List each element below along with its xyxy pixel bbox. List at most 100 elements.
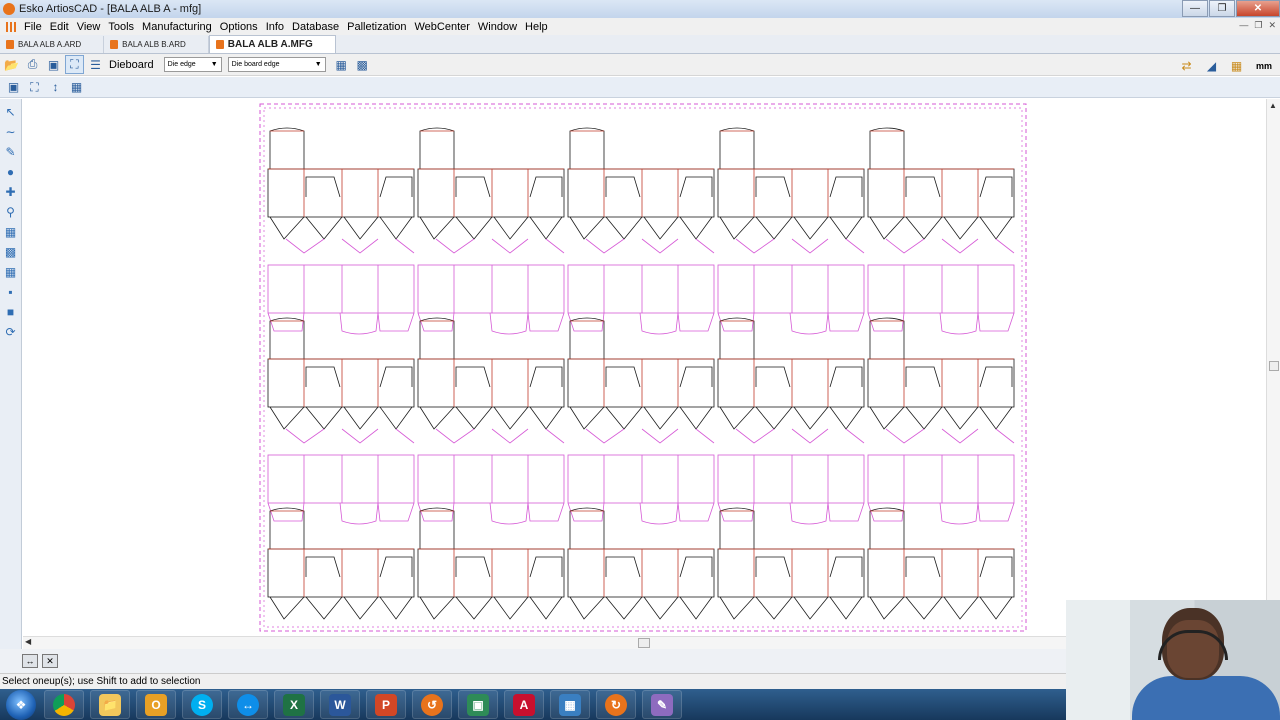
vertical-scrollbar[interactable]: ▲ [1266, 99, 1280, 635]
magenta-body-panel [867, 454, 1015, 504]
glue-flap [269, 317, 305, 359]
layer-settings-icon[interactable]: ▦ [332, 55, 351, 74]
measure-icon[interactable]: ↔ [22, 654, 38, 668]
menu-webcenter[interactable]: WebCenter [410, 21, 473, 33]
layout-tool-icon[interactable]: ▦ [2, 223, 20, 240]
menu-window[interactable]: Window [474, 21, 521, 33]
rotate-tool-icon[interactable]: ⟳ [2, 323, 20, 340]
skype-icon[interactable]: S [182, 690, 222, 719]
layout-icon[interactable]: ⛶ [25, 78, 44, 97]
artioscad-icon[interactable]: ↺ [412, 690, 452, 719]
menu-palletization[interactable]: Palletization [343, 21, 410, 33]
lock-flap [419, 596, 563, 620]
tab-bala-alb-b-ard[interactable]: BALA ALB B.ARD [104, 36, 209, 53]
acrobat-icon[interactable]: A [504, 690, 544, 719]
view-mode-icon[interactable]: ▣ [4, 78, 23, 97]
manufacturing-doc-icon [215, 40, 224, 49]
select-arrow-icon[interactable]: ↖ [2, 103, 20, 120]
tuck-flap [979, 366, 1013, 388]
drawing-canvas[interactable] [23, 99, 1266, 635]
menu-manufacturing[interactable]: Manufacturing [138, 21, 216, 33]
lock-flap [719, 596, 863, 620]
dieboard-icon[interactable]: ☰ [86, 55, 105, 74]
magenta-tuck-flap [527, 312, 565, 332]
restore-icon[interactable]: ❐ [1209, 0, 1235, 17]
scroll-up-icon[interactable]: ▲ [1269, 101, 1277, 110]
zoom-tool-icon[interactable]: ⚲ [2, 203, 20, 220]
menu-help[interactable]: Help [521, 21, 552, 33]
tuck-flap [755, 556, 791, 578]
grid-icon[interactable]: ▦ [1227, 56, 1246, 75]
glue-flap [569, 127, 605, 169]
scroll-thumb[interactable] [638, 638, 650, 648]
magenta-tuck-flap [267, 502, 305, 522]
zoom-fit-icon[interactable]: ⛶ [65, 55, 84, 74]
dimension-icon[interactable]: ↕ [46, 78, 65, 97]
glue-flap [869, 507, 905, 549]
powerpoint-icon[interactable]: P [366, 690, 406, 719]
tuck-flap [979, 556, 1013, 578]
tab-bala-alb-a-ard[interactable]: BALA ALB A.ARD [0, 36, 105, 53]
start-button[interactable]: ❖ [6, 689, 36, 720]
map-icon[interactable]: ◢ [1202, 56, 1221, 75]
point-tool-icon[interactable]: ● [2, 163, 20, 180]
paint-icon[interactable]: ✎ [642, 690, 682, 719]
explorer-icon[interactable]: 📁 [90, 690, 130, 719]
array-tool-icon[interactable]: ▦ [2, 263, 20, 280]
lock-flap [269, 596, 413, 620]
magenta-glue-flap [489, 312, 529, 335]
menu-file[interactable]: File [20, 21, 46, 33]
tab-bala-alb-a-mfg[interactable]: BALA ALB A.MFG [208, 35, 336, 53]
move-tool-icon[interactable]: ✚ [2, 183, 20, 200]
save-icon[interactable]: ▣ [44, 55, 63, 74]
network-app-icon[interactable]: ▦ [550, 690, 590, 719]
stepping-tool-icon[interactable]: ▩ [2, 243, 20, 260]
nest-tool-icon[interactable]: ▪ [2, 283, 20, 300]
dieboard-label[interactable]: Dieboard [109, 59, 154, 71]
outlook-icon[interactable]: O [136, 690, 176, 719]
menu-edit[interactable]: Edit [46, 21, 73, 33]
orientation-icon[interactable]: ⇄ [1177, 56, 1196, 75]
minimize-icon[interactable]: — [1182, 0, 1208, 17]
glue-flap [869, 317, 905, 359]
menu-view[interactable]: View [73, 21, 105, 33]
properties-icon[interactable]: ▩ [353, 55, 372, 74]
excel-icon[interactable]: X [274, 690, 314, 719]
line-tool-icon[interactable]: ∼ [2, 123, 20, 140]
grid-toggle-icon[interactable]: ▦ [67, 78, 86, 97]
close-icon[interactable]: ✕ [1236, 0, 1280, 17]
magenta-body-panel [567, 264, 715, 314]
menu-database[interactable]: Database [288, 21, 343, 33]
magenta-glue-flap [339, 502, 379, 525]
body-panel [567, 548, 715, 598]
open-icon[interactable]: 📂 [2, 55, 21, 74]
pen-tool-icon[interactable]: ✎ [2, 143, 20, 160]
artioscad-2-icon[interactable]: ↻ [596, 690, 636, 719]
scroll-thumb[interactable] [1269, 361, 1279, 371]
tuck-flap [529, 556, 563, 578]
mdi-close-icon[interactable]: ✕ [1268, 20, 1276, 31]
cross-icon[interactable]: ✕ [42, 654, 58, 668]
app-window-icon[interactable]: ▣ [458, 690, 498, 719]
menu-options[interactable]: Options [216, 21, 262, 33]
lock-flap [419, 406, 563, 430]
chrome-icon[interactable] [44, 690, 84, 719]
body-panel [417, 358, 565, 408]
tuck-flap [379, 556, 413, 578]
word-icon[interactable]: W [320, 690, 360, 719]
die-board-edge-select[interactable]: Die board edge ▼ [227, 57, 326, 72]
rubber-tool-icon[interactable]: ■ [2, 303, 20, 320]
magenta-tuck-flap [417, 502, 455, 522]
teamviewer-icon[interactable]: ↔ [228, 690, 268, 719]
menu-info[interactable]: Info [262, 21, 288, 33]
units-label[interactable]: mm [1256, 61, 1272, 71]
tab-label: BALA ALB B.ARD [122, 40, 186, 49]
die-edge-select[interactable]: Die edge ▼ [163, 57, 222, 72]
scroll-left-icon[interactable]: ◀ [25, 637, 31, 646]
lock-flap [869, 406, 1013, 430]
menu-tools[interactable]: Tools [104, 21, 138, 33]
magenta-tuck-flap [827, 312, 865, 332]
mdi-restore-icon[interactable]: ❐ [1254, 20, 1262, 31]
mdi-minimize-icon[interactable]: — [1239, 20, 1248, 31]
print-icon[interactable]: ⎙ [23, 55, 42, 74]
